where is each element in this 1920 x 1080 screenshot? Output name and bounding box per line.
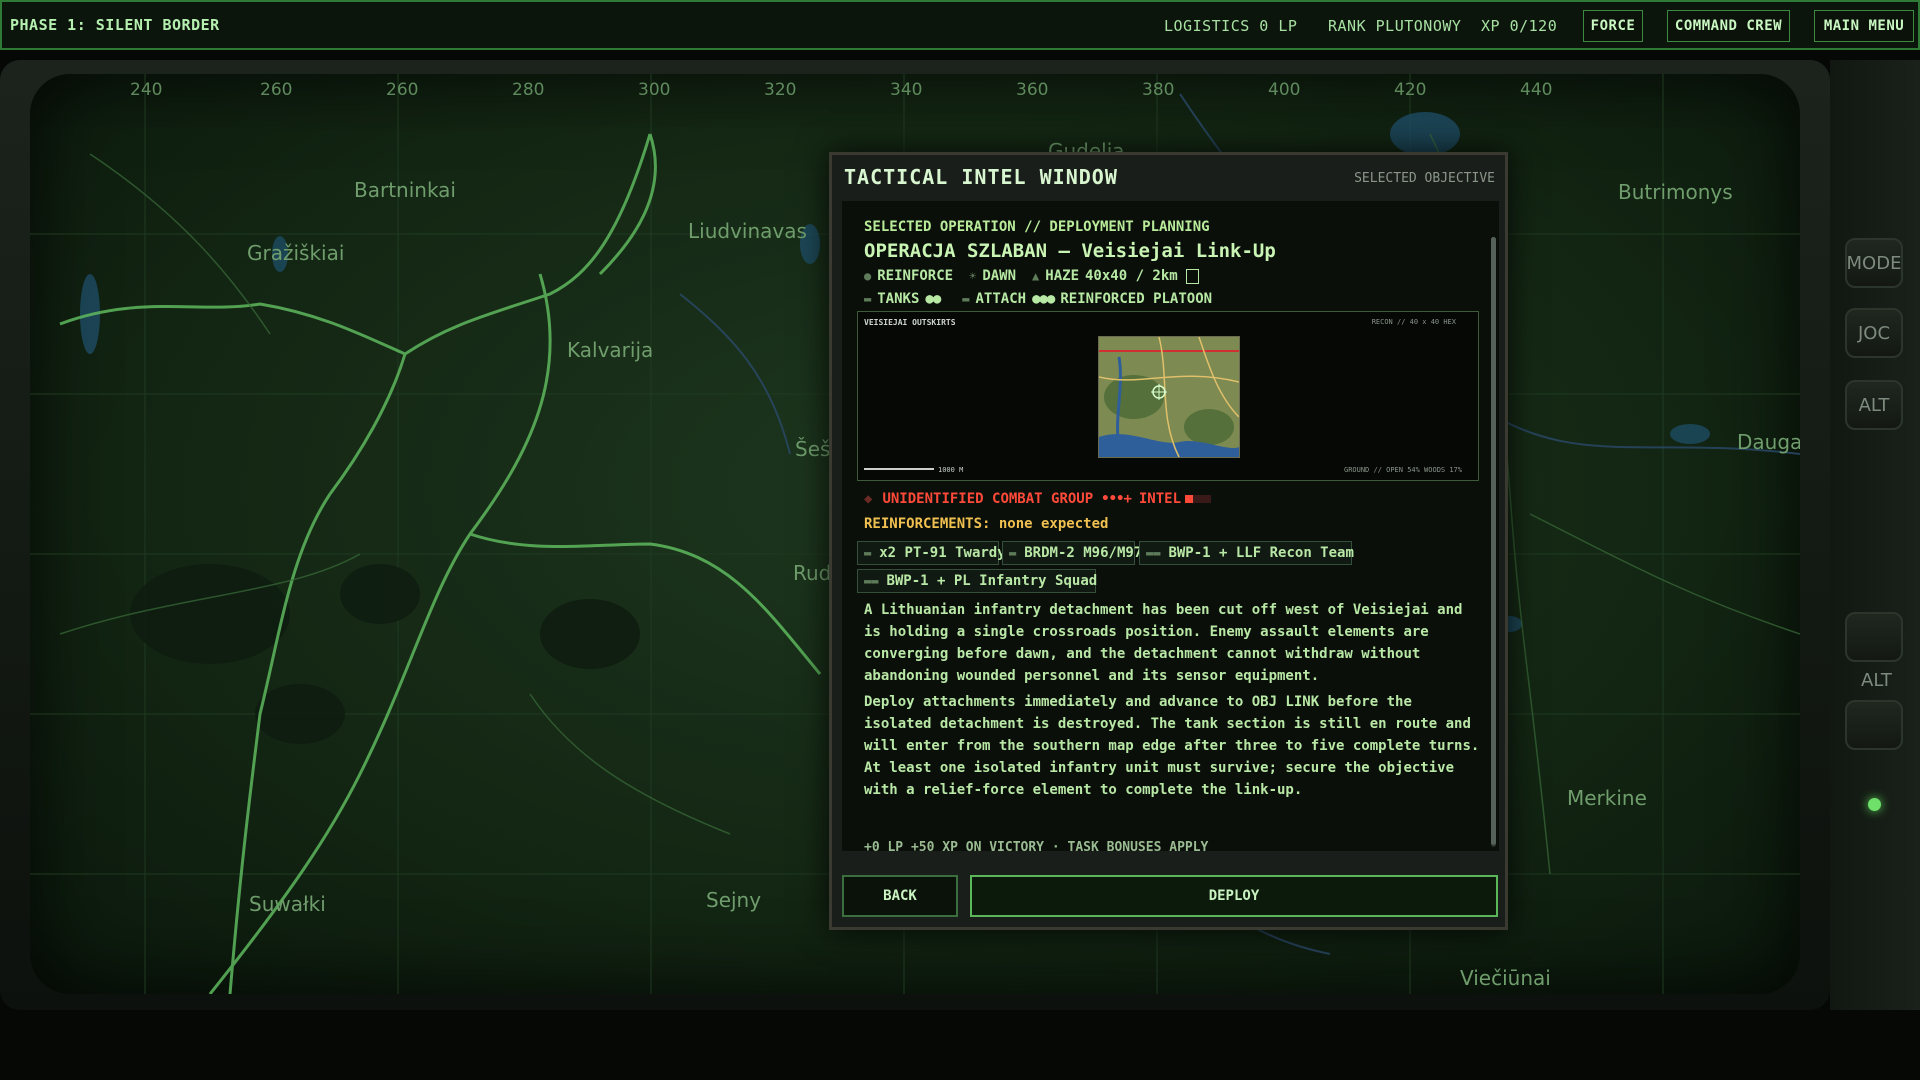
reward-line: +0 LP +50 XP ON VICTORY · TASK BONUSES A… bbox=[864, 840, 1209, 851]
reinforcements-line: REINFORCEMENTS: none expected bbox=[864, 516, 1109, 532]
intel-content[interactable]: SELECTED OPERATION // DEPLOYMENT PLANNIN… bbox=[842, 201, 1499, 851]
map-place-label: Šeš bbox=[795, 437, 831, 461]
tag-platoon: REINFORCED PLATOON bbox=[1060, 291, 1213, 307]
sun-icon: ☀ bbox=[969, 269, 977, 283]
briefing-paragraph-2: Deploy attachments immediately and advan… bbox=[864, 694, 1480, 798]
tag-tanks: TANKS bbox=[877, 291, 920, 307]
unit-label: BWP-1 + LLF Recon Team bbox=[1168, 545, 1354, 561]
grid-tick: 380 bbox=[1142, 80, 1175, 100]
preview-ground-stats: GROUND // OPEN 54% WOODS 17% bbox=[1343, 466, 1462, 474]
map-place-label: Butrimonys bbox=[1618, 180, 1733, 204]
map-place-label: Kalvarija bbox=[567, 338, 654, 362]
command-crew-button[interactable]: COMMAND CREW bbox=[1667, 10, 1790, 42]
map-place-label: Bartninkai bbox=[354, 178, 456, 202]
map-place-label: Rud bbox=[793, 561, 832, 585]
grid-tick: 420 bbox=[1394, 80, 1427, 100]
attach-icon: ▬ bbox=[962, 292, 970, 306]
modal-subtitle: SELECTED OBJECTIVE bbox=[1354, 171, 1495, 186]
joc-button[interactable]: JOC bbox=[1845, 308, 1903, 358]
preview-title: VEISIEJAI OUTSKIRTS bbox=[864, 318, 956, 327]
map-place-label: Liudvinavas bbox=[688, 219, 807, 243]
grid-tick: 260 bbox=[260, 80, 293, 100]
content-scrollbar-thumb[interactable] bbox=[1491, 237, 1496, 845]
side-blank-button-lower[interactable] bbox=[1845, 700, 1903, 750]
grid-tick: 400 bbox=[1268, 80, 1301, 100]
map-place-label: Suwałki bbox=[249, 892, 326, 916]
tag-map-size: 40x40 / 2km bbox=[1085, 268, 1178, 284]
briefing-paragraph-1: A Lithuanian infantry detachment has bee… bbox=[864, 602, 1463, 684]
grid-tick: 440 bbox=[1520, 80, 1553, 100]
unit-chip[interactable]: ▬▬ BWP-1 + LLF Recon Team bbox=[1139, 541, 1354, 565]
map-place-label: Merkine bbox=[1567, 786, 1647, 810]
grid-tick: 300 bbox=[638, 80, 671, 100]
objective-minimap bbox=[1098, 336, 1240, 458]
tactical-intel-window: TACTICAL INTEL WINDOW SELECTED OBJECTIVE… bbox=[829, 152, 1508, 930]
unit-label: BRDM-2 M96/M97 bbox=[1024, 545, 1143, 561]
intel-label: INTEL bbox=[1138, 491, 1182, 507]
enemy-line: ◆ UNIDENTIFIED COMBAT GROUP •••+ INTEL bbox=[864, 491, 1212, 507]
xp-readout: XP 0/120 bbox=[1481, 17, 1558, 35]
intel-bar-empty bbox=[1193, 495, 1212, 503]
grid-tick: 240 bbox=[130, 80, 163, 100]
map-place-label: Gražiškiai bbox=[247, 241, 345, 265]
operation-tags: ● REINFORCE ☀ DAWN ▲ HAZE 40x40 / 2km bbox=[864, 268, 1205, 284]
unit-chip[interactable]: ▬ BRDM-2 M96/M97 bbox=[1002, 541, 1142, 565]
unit-icon: ▬▬ bbox=[864, 574, 879, 588]
force-tags: ▬ TANKS ●● ▬ ATTACH ●●● REINFORCED PLATO… bbox=[864, 291, 1218, 307]
alt-button[interactable]: ALT bbox=[1845, 380, 1903, 430]
preview-scale-label: 1000 M bbox=[938, 466, 964, 474]
unit-icon: ▬▬ bbox=[1146, 546, 1161, 560]
side-blank-button-upper[interactable] bbox=[1845, 612, 1903, 662]
tag-haze: HAZE bbox=[1045, 268, 1079, 284]
map-place-label: Sejny bbox=[706, 888, 762, 912]
side-control-panel bbox=[1830, 60, 1920, 1010]
grid-tick: 340 bbox=[890, 80, 923, 100]
top-bar: PHASE 1: SILENT BORDER LOGISTICS 0 LP RA… bbox=[0, 0, 1920, 50]
phase-title: PHASE 1: SILENT BORDER bbox=[10, 16, 220, 34]
alt-label: ALT bbox=[1861, 670, 1892, 691]
operation-title: OPERACJA SZLABAN — Veisiejai Link-Up bbox=[864, 240, 1276, 262]
unit-label: x2 PT-91 Twardy bbox=[879, 545, 1006, 561]
grid-tick: 280 bbox=[512, 80, 545, 100]
deploy-button[interactable]: DEPLOY bbox=[970, 875, 1498, 917]
rank-readout: RANK PLUTONOWY bbox=[1328, 17, 1462, 35]
tag-dawn: DAWN bbox=[982, 268, 1017, 284]
attach-dots: ●●● bbox=[1032, 291, 1055, 307]
map-place-label: Daugai bbox=[1737, 430, 1800, 454]
logistics-readout: LOGISTICS 0 LP bbox=[1164, 17, 1298, 35]
map-preview[interactable]: VEISIEJAI OUTSKIRTS RECON // 40 x 40 HEX bbox=[857, 311, 1479, 481]
tag-attach: ATTACH bbox=[975, 291, 1027, 307]
enemy-icon: ◆ bbox=[864, 491, 873, 507]
mode-button[interactable]: MODE bbox=[1845, 238, 1903, 288]
back-button[interactable]: BACK bbox=[842, 875, 958, 917]
haze-icon: ▲ bbox=[1032, 269, 1040, 283]
preview-scale-bar bbox=[864, 468, 934, 470]
status-led bbox=[1868, 798, 1881, 811]
tanks-dots: ●● bbox=[925, 291, 941, 307]
grid-tick: 260 bbox=[386, 80, 419, 100]
unit-icon: ▬ bbox=[1009, 546, 1017, 560]
unit-icon: ▬ bbox=[864, 546, 872, 560]
unit-chip[interactable]: ▬▬ BWP-1 + PL Infantry Squad bbox=[857, 569, 1098, 593]
grid-icon bbox=[1185, 268, 1199, 284]
enemy-label: UNIDENTIFIED COMBAT GROUP bbox=[882, 491, 1094, 507]
main-menu-button[interactable]: MAIN MENU bbox=[1814, 10, 1914, 42]
force-button[interactable]: FORCE bbox=[1583, 10, 1643, 42]
enemy-strength-dots: •••+ bbox=[1101, 491, 1132, 507]
intel-bar-filled bbox=[1185, 495, 1194, 503]
modal-title: TACTICAL INTEL WINDOW bbox=[844, 165, 1118, 189]
unit-chip[interactable]: ▬ x2 PT-91 Twardy bbox=[857, 541, 1006, 565]
tank-icon: ▬ bbox=[864, 292, 872, 306]
grid-tick: 320 bbox=[764, 80, 797, 100]
pin-icon: ● bbox=[864, 269, 872, 283]
map-place-label: Viečiūnai bbox=[1460, 966, 1551, 990]
unit-label: BWP-1 + PL Infantry Squad bbox=[886, 573, 1098, 589]
tag-reinforce: REINFORCE bbox=[877, 268, 954, 284]
preview-recon: RECON // 40 x 40 HEX bbox=[1371, 318, 1456, 326]
grid-tick: 360 bbox=[1016, 80, 1049, 100]
section-header: SELECTED OPERATION // DEPLOYMENT PLANNIN… bbox=[864, 219, 1210, 235]
